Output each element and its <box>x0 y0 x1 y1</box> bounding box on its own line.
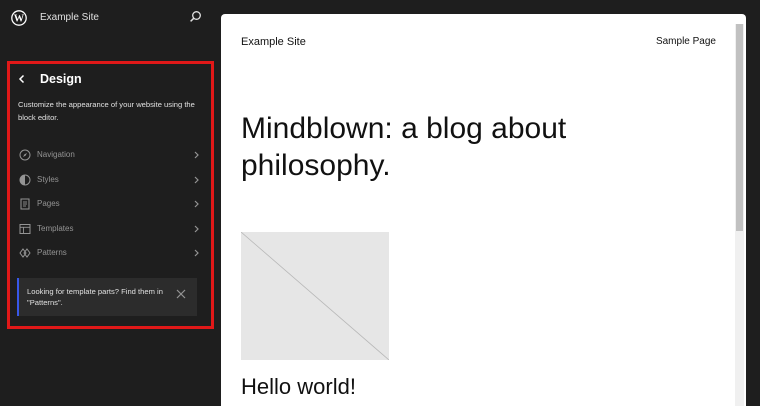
sidebar-item-label: Navigation <box>37 150 75 159</box>
preview-site-title[interactable]: Example Site <box>241 36 306 48</box>
template-parts-notice: Looking for template parts? Find them in… <box>17 278 197 316</box>
styles-icon <box>19 174 31 185</box>
sidebar-item-label: Pages <box>37 199 60 208</box>
search-icon[interactable] <box>189 10 203 24</box>
panel-title: Design <box>40 72 82 86</box>
navigation-icon <box>19 149 31 161</box>
site-name[interactable]: Example Site <box>40 12 99 23</box>
notice-text: Looking for template parts? Find them in… <box>27 287 163 307</box>
image-placeholder <box>241 232 389 360</box>
chevron-right-icon <box>194 249 199 257</box>
sidebar-item-label: Styles <box>37 174 59 184</box>
preview-nav-link[interactable]: Sample Page <box>656 36 716 47</box>
preview-post-title[interactable]: Hello world! <box>241 374 356 400</box>
patterns-icon <box>19 248 31 258</box>
chevron-right-icon <box>194 225 199 232</box>
templates-icon <box>19 223 31 234</box>
chevron-right-icon <box>194 151 199 159</box>
sidebar-item-label: Templates <box>37 223 74 233</box>
pages-icon <box>20 198 30 210</box>
sidebar-item-navigation[interactable]: Navigation <box>10 143 211 168</box>
wordpress-logo-icon[interactable]: W <box>11 10 27 26</box>
sidebar-item-templates[interactable]: Templates <box>10 217 211 242</box>
chevron-right-icon <box>194 200 199 208</box>
preview-heading: Mindblown: a blog about philosophy. <box>241 112 567 182</box>
sidebar-item-pages[interactable]: Pages <box>10 192 211 217</box>
sidebar-item-patterns[interactable]: Patterns <box>10 241 211 266</box>
close-icon[interactable] <box>175 288 187 300</box>
sidebar-item-styles[interactable]: Styles <box>10 168 211 193</box>
design-panel: Design Customize the appearance of your … <box>7 61 214 329</box>
sidebar-item-label: Patterns <box>37 248 67 257</box>
svg-text:W: W <box>14 14 25 25</box>
preview-scrollbar[interactable] <box>735 24 744 406</box>
chevron-right-icon <box>194 176 199 183</box>
panel-description: Customize the appearance of your website… <box>18 100 195 122</box>
editor-preview-canvas[interactable]: Example Site Sample Page Mindblown: a bl… <box>221 14 746 406</box>
back-chevron-icon[interactable] <box>16 73 28 85</box>
scrollbar-thumb[interactable] <box>736 24 743 231</box>
design-nav-list: Navigation Styles Pages Templates Patter… <box>10 143 211 266</box>
